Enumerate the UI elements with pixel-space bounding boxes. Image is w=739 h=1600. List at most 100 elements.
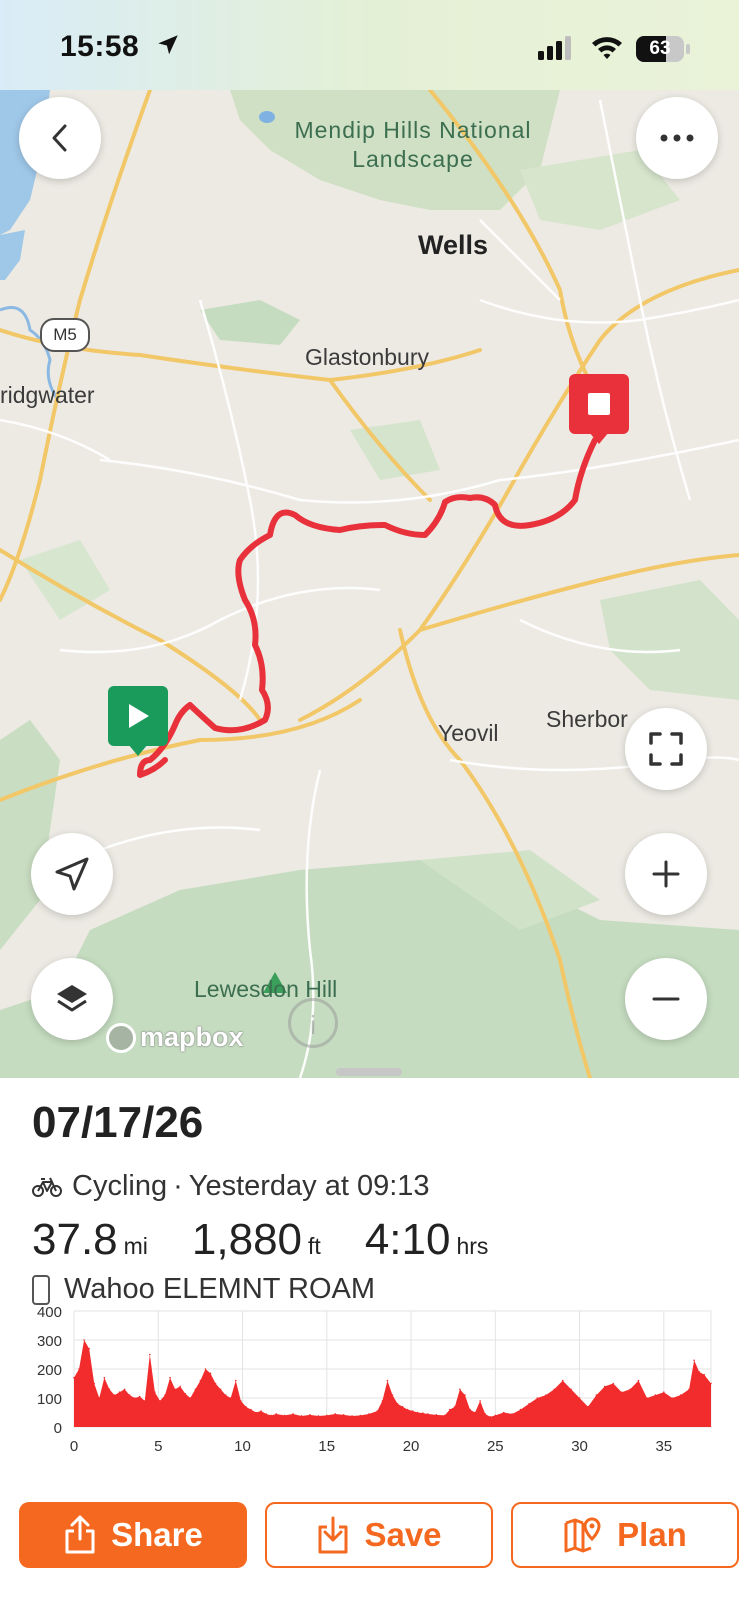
chart-elevation-point xyxy=(435,1414,438,1416)
chart-x-tick-label: 30 xyxy=(571,1438,588,1455)
fullscreen-button[interactable] xyxy=(625,708,707,790)
chart-elevation-point xyxy=(229,1397,232,1399)
mapbox-logo-icon xyxy=(106,1022,136,1053)
chart-elevation-point xyxy=(703,1374,706,1376)
cellular-signal-icon xyxy=(538,36,571,60)
play-icon xyxy=(129,704,149,728)
chart-elevation-point xyxy=(234,1379,237,1382)
location-arrow-outline-icon xyxy=(55,857,89,891)
chart-x-tick-label: 0 xyxy=(70,1438,78,1455)
start-marker-pointer xyxy=(128,744,148,756)
more-icon xyxy=(660,134,694,142)
distance-unit: mi xyxy=(123,1233,148,1259)
chart-elevation-point xyxy=(489,1416,492,1418)
chart-elevation-point xyxy=(209,1372,212,1375)
chart-elevation-point xyxy=(179,1385,181,1388)
chart-y-tick-label: 200 xyxy=(37,1362,62,1379)
chart-elevation-point xyxy=(204,1368,207,1370)
map-label-glastonbury: Glastonbury xyxy=(305,344,430,370)
attribution-info-button[interactable]: i xyxy=(288,998,338,1048)
chart-elevation-point xyxy=(484,1413,486,1415)
chart-elevation-point xyxy=(401,1405,404,1408)
chart-elevation-point xyxy=(154,1391,156,1393)
elevation-chart[interactable]: 0 100 200 300 400 0 5 10 15 20 25 30 35 xyxy=(0,1306,739,1486)
chart-elevation-point xyxy=(184,1392,187,1395)
chart-elevation-point xyxy=(464,1394,466,1396)
status-bar: 15:58 63 xyxy=(0,0,739,90)
save-button[interactable]: Save xyxy=(265,1502,493,1568)
chart-elevation-point xyxy=(612,1382,615,1385)
chart-elevation-point xyxy=(693,1359,695,1362)
chart-elevation-point xyxy=(528,1403,530,1405)
chart-elevation-point xyxy=(411,1410,414,1412)
zoom-out-button[interactable] xyxy=(625,958,707,1040)
road-shield-m5: M5 xyxy=(40,318,90,352)
chart-elevation-point xyxy=(688,1388,690,1391)
back-button[interactable] xyxy=(19,97,101,179)
activity-stats: 37.8 mi 1,880 ft 4:10 hrs xyxy=(32,1215,532,1265)
route-start-marker[interactable] xyxy=(108,686,168,746)
chart-x-tick-label: 25 xyxy=(487,1438,504,1455)
chevron-left-icon xyxy=(52,124,67,152)
share-icon xyxy=(65,1515,95,1554)
chart-elevation-point xyxy=(78,1368,80,1370)
chart-elevation-point xyxy=(427,1413,429,1415)
chart-elevation-point xyxy=(519,1408,522,1411)
chart-elevation-point xyxy=(108,1388,111,1391)
my-location-button[interactable] xyxy=(31,833,113,915)
activity-separator: · xyxy=(173,1170,183,1202)
chart-elevation-point xyxy=(103,1376,106,1379)
chart-elevation-point xyxy=(502,1411,505,1414)
route-end-marker[interactable] xyxy=(569,374,629,434)
chart-elevation-point xyxy=(128,1394,131,1396)
share-button[interactable]: Share xyxy=(19,1502,247,1568)
chart-elevation-point xyxy=(422,1412,424,1414)
plan-button[interactable]: Plan xyxy=(511,1502,739,1568)
chart-elevation-point xyxy=(317,1415,320,1417)
map-label-yeovil: Yeovil xyxy=(438,720,499,746)
chart-elevation-point xyxy=(73,1376,75,1379)
mapbox-logo[interactable]: mapbox xyxy=(106,1022,244,1053)
chart-elevation-point xyxy=(469,1408,471,1411)
chart-elevation-point xyxy=(174,1388,176,1391)
chart-x-tick-label: 15 xyxy=(318,1438,335,1455)
more-options-button[interactable] xyxy=(636,97,718,179)
map-label-bridgwater: ridgwater xyxy=(0,382,95,408)
chart-x-tick-label: 5 xyxy=(154,1438,162,1455)
status-time: 15:58 xyxy=(60,30,140,63)
activity-subtitle: Cycling · Yesterday at 09:13 xyxy=(32,1170,430,1203)
chart-elevation-point xyxy=(189,1397,192,1399)
zoom-in-button[interactable] xyxy=(625,833,707,915)
chart-elevation-point xyxy=(710,1382,712,1385)
chart-elevation-point xyxy=(679,1394,682,1396)
stop-icon xyxy=(588,393,610,415)
chart-elevation-point xyxy=(194,1388,197,1391)
chart-elevation-point xyxy=(164,1394,166,1396)
chart-elevation-point xyxy=(255,1411,257,1414)
battery-icon: 63 xyxy=(636,36,692,62)
chart-elevation-point xyxy=(459,1388,461,1391)
chart-elevation-area xyxy=(74,1340,711,1427)
battery-level: 63 xyxy=(649,38,671,59)
save-label: Save xyxy=(364,1516,442,1553)
chart-elevation-point xyxy=(448,1408,451,1411)
mapbox-attribution: mapbox xyxy=(140,1022,244,1052)
map-layers-button[interactable] xyxy=(31,958,113,1040)
chart-elevation-point xyxy=(265,1413,267,1415)
chart-y-tick-label: 0 xyxy=(54,1420,62,1437)
chart-elevation-point xyxy=(671,1397,674,1399)
chart-elevation-point xyxy=(93,1382,96,1385)
chart-elevation-point xyxy=(133,1397,136,1399)
sheet-drag-handle[interactable] xyxy=(336,1068,402,1076)
share-label: Share xyxy=(111,1516,203,1553)
chart-elevation-point xyxy=(368,1413,370,1415)
bike-icon xyxy=(32,1177,62,1197)
route-map[interactable]: Mendip Hills National Landscape Wells Gl… xyxy=(0,90,739,1078)
chart-elevation-point xyxy=(629,1388,631,1391)
chart-elevation-point xyxy=(561,1379,564,1382)
chart-elevation-point xyxy=(416,1411,419,1414)
chart-elevation-point xyxy=(536,1397,539,1399)
chart-elevation-point xyxy=(118,1391,121,1393)
plus-icon xyxy=(652,860,680,888)
expand-icon xyxy=(649,732,683,766)
